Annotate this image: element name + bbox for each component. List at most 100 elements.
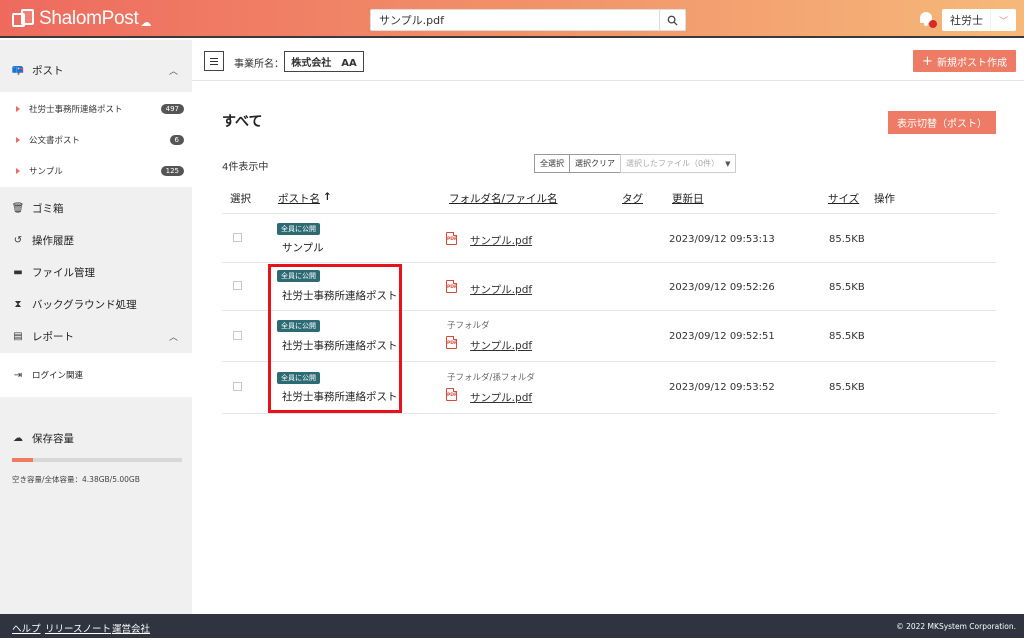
triangle-right-icon bbox=[16, 105, 20, 112]
file-link[interactable]: サンプル.pdf bbox=[470, 282, 532, 297]
menu-toggle-button[interactable] bbox=[204, 51, 224, 71]
sidebar-post-item[interactable]: 公文書ポスト 6 bbox=[0, 124, 192, 155]
app-header: ShalomPost ☁ 社労士 ﹀ bbox=[0, 0, 1024, 38]
row-checkbox[interactable] bbox=[233, 233, 242, 242]
sidebar-item-trash[interactable]: 🗑 ゴミ箱 bbox=[0, 192, 192, 224]
folder-path: 子フォルダ bbox=[447, 321, 490, 331]
updated-date: 2023/09/12 09:52:51 bbox=[669, 331, 775, 342]
file-link[interactable]: サンプル.pdf bbox=[470, 338, 532, 353]
search-button[interactable] bbox=[659, 10, 685, 30]
post-name: 社労士事務所連絡ポスト bbox=[282, 391, 398, 403]
notification-bell-icon[interactable] bbox=[919, 11, 937, 28]
sort-arrow-up-icon[interactable]: ↑ bbox=[323, 191, 332, 203]
select-all-button[interactable]: 全選択 bbox=[534, 154, 570, 173]
sidebar-item-label: レポート bbox=[32, 330, 74, 343]
main-toolbar: 事業所名： 株式会社 AA + 新規ポスト作成 bbox=[192, 40, 1024, 81]
col-header-select: 選択 bbox=[230, 193, 251, 205]
search-icon bbox=[667, 15, 678, 26]
sidebar-item-login-report[interactable]: ⇥ ログイン関連 bbox=[0, 353, 192, 397]
company-link[interactable]: 運営会社 bbox=[112, 621, 150, 635]
storage-bar-fill bbox=[12, 458, 34, 462]
table-divider bbox=[222, 413, 996, 414]
sidebar-item-background[interactable]: ⧗ バックグラウンド処理 bbox=[0, 288, 192, 320]
mailbox-logo-icon bbox=[12, 9, 36, 29]
search-input[interactable] bbox=[371, 10, 659, 30]
sidebar-post-label: 公文書ポスト bbox=[29, 135, 81, 146]
count-badge: 6 bbox=[169, 134, 184, 145]
logo-text: ShalomPost bbox=[39, 8, 139, 29]
file-link[interactable]: サンプル.pdf bbox=[470, 233, 532, 248]
updated-date: 2023/09/12 09:52:26 bbox=[669, 282, 775, 293]
col-header-updated[interactable]: 更新日 bbox=[672, 191, 704, 206]
file-link[interactable]: サンプル.pdf bbox=[470, 390, 532, 405]
storage-text: 空き容量/全体容量：4.38GB/5.00GB bbox=[12, 475, 140, 484]
public-badge: 全員に公開 bbox=[277, 372, 320, 384]
view-toggle-button[interactable]: 表示切替（ポスト） bbox=[888, 111, 996, 134]
file-size: 85.5KB bbox=[829, 331, 865, 342]
sidebar-item-label: ゴミ箱 bbox=[32, 202, 64, 215]
chevron-down-icon: ﹀ bbox=[990, 9, 1016, 31]
storage-label: 保存容量 bbox=[32, 432, 74, 445]
release-notes-link[interactable]: リリースノート bbox=[45, 621, 111, 635]
pdf-file-icon: PDF bbox=[446, 232, 457, 245]
hourglass-icon: ⧗ bbox=[14, 298, 22, 310]
sidebar-item-label: ログイン関連 bbox=[32, 371, 84, 381]
updated-date: 2023/09/12 09:53:52 bbox=[669, 382, 775, 393]
table-divider bbox=[222, 361, 996, 362]
notification-dot bbox=[929, 20, 937, 28]
sidebar-item-report[interactable]: ▤ レポート ︿ bbox=[0, 320, 192, 352]
mailbox-icon: 📪 bbox=[11, 64, 25, 76]
sidebar-item-post[interactable]: 📪 ポスト ︿ bbox=[0, 54, 192, 86]
col-header-folder-file[interactable]: フォルダ名/ファイル名 bbox=[449, 191, 558, 206]
new-post-label: 新規ポスト作成 bbox=[936, 57, 1007, 69]
sidebar-item-label: ファイル管理 bbox=[32, 266, 95, 279]
login-icon: ⇥ bbox=[13, 369, 23, 381]
caret-down-icon: ▼ bbox=[725, 159, 731, 168]
help-link[interactable]: ヘルプ bbox=[12, 621, 41, 635]
triangle-right-icon bbox=[16, 167, 20, 174]
chevron-up-icon: ︿ bbox=[168, 66, 178, 77]
file-size: 85.5KB bbox=[829, 282, 865, 293]
sidebar-item-file-management[interactable]: ▬ ファイル管理 bbox=[0, 256, 192, 288]
triangle-right-icon bbox=[16, 136, 20, 143]
row-checkbox[interactable] bbox=[233, 281, 242, 290]
row-checkbox[interactable] bbox=[233, 331, 242, 340]
trash-icon: 🗑 bbox=[11, 202, 25, 214]
selected-files-label: 選択したファイル（0件） bbox=[626, 159, 720, 168]
app-footer: ヘルプ リリースノート 運営会社 © 2022 MKSystem Corpora… bbox=[0, 614, 1024, 638]
selected-files-dropdown[interactable]: 選択したファイル（0件） ▼ bbox=[620, 154, 737, 173]
sidebar-item-history[interactable]: ↺ 操作履歴 bbox=[0, 224, 192, 256]
sidebar-post-item[interactable]: 社労士事務所連絡ポスト 497 bbox=[0, 93, 192, 124]
sidebar-post-item[interactable]: サンプル 125 bbox=[0, 155, 192, 186]
sidebar-item-label: 操作履歴 bbox=[32, 234, 74, 247]
user-name: 社労士 bbox=[950, 14, 983, 27]
office-selector[interactable]: 株式会社 AA bbox=[284, 51, 364, 72]
clear-selection-button[interactable]: 選択クリア bbox=[569, 154, 621, 173]
chevron-up-icon: ︿ bbox=[168, 332, 178, 343]
col-header-tag[interactable]: タグ bbox=[622, 191, 643, 206]
pdf-file-icon: PDF bbox=[446, 336, 457, 349]
count-badge: 497 bbox=[160, 103, 184, 114]
file-size: 85.5KB bbox=[829, 382, 865, 393]
folder-path: 子フォルダ/孫フォルダ bbox=[447, 373, 535, 383]
post-name: サンプル bbox=[282, 242, 324, 254]
col-header-post-name[interactable]: ポスト名 bbox=[278, 191, 320, 206]
storage-heading: ☁ 保存容量 bbox=[0, 422, 192, 454]
selection-controls: 全選択 選択クリア 選択したファイル（0件） ▼ bbox=[534, 154, 737, 173]
storage-bar bbox=[12, 458, 182, 462]
sidebar-item-label: ポスト bbox=[32, 64, 64, 77]
public-badge: 全員に公開 bbox=[277, 270, 320, 282]
table-divider bbox=[222, 310, 996, 311]
updated-date: 2023/09/12 09:53:13 bbox=[669, 234, 775, 245]
row-checkbox[interactable] bbox=[233, 382, 242, 391]
archive-box-icon: ▬ bbox=[13, 266, 23, 278]
app-logo[interactable]: ShalomPost ☁ bbox=[12, 8, 151, 30]
pdf-file-icon: PDF bbox=[446, 280, 457, 293]
cloud-icon: ☁ bbox=[140, 15, 152, 29]
user-dropdown[interactable]: 社労士 ﹀ bbox=[942, 9, 1016, 31]
public-badge: 全員に公開 bbox=[277, 223, 320, 235]
col-header-size[interactable]: サイズ bbox=[828, 191, 859, 206]
search-box bbox=[370, 9, 686, 31]
new-post-button[interactable]: + 新規ポスト作成 bbox=[913, 50, 1016, 72]
sidebar-post-label: サンプル bbox=[29, 166, 63, 177]
